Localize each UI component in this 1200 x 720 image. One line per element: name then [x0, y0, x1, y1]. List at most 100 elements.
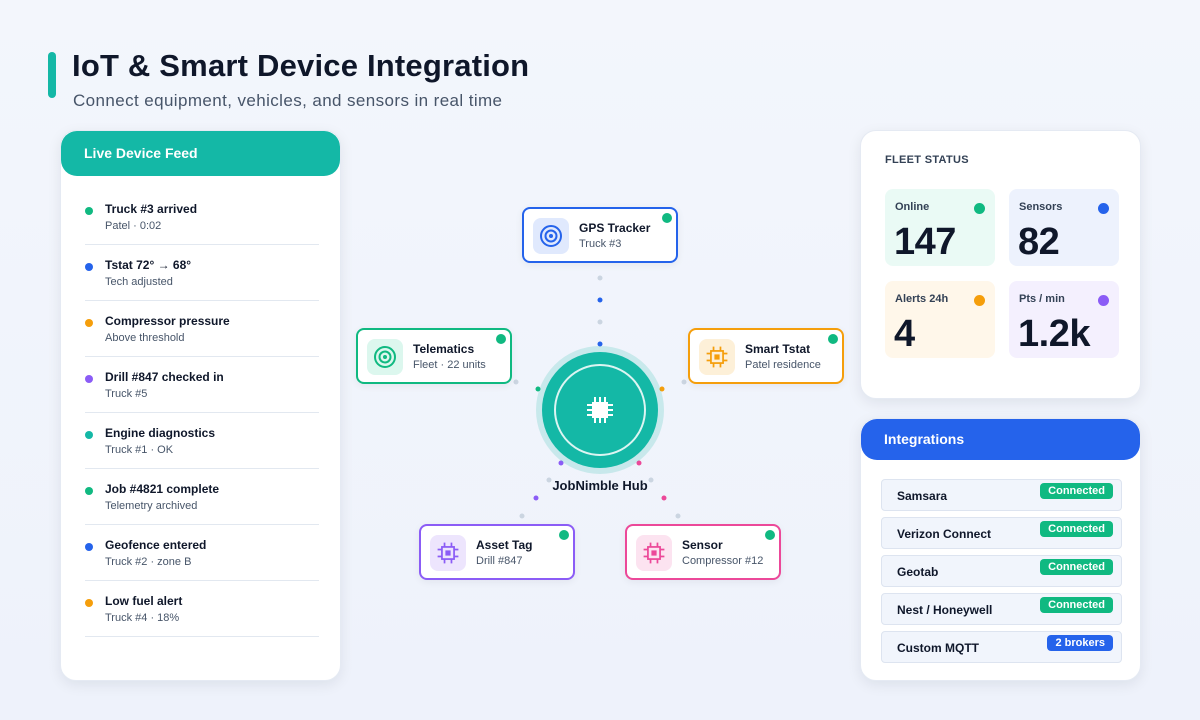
node-title: Sensor	[682, 538, 723, 552]
feed-item[interactable]: Compressor pressure Above threshold	[85, 301, 319, 357]
hub-label: JobNimble Hub	[552, 478, 648, 493]
device-node-gps-tracker[interactable]: GPS Tracker Truck #3	[522, 207, 678, 263]
chip-icon	[437, 542, 459, 564]
node-subtitle: Fleet · 22 units	[413, 359, 486, 371]
feed-item-subtitle: Truck #4 · 18%	[105, 612, 180, 624]
feed-header: Live Device Feed	[61, 131, 340, 176]
feed-item[interactable]: Engine diagnostics Truck #1 · OK	[85, 413, 319, 469]
stat-value: 4	[894, 313, 915, 355]
stat-indicator-dot	[1098, 203, 1109, 214]
feed-item[interactable]: Truck #3 arrived Patel · 0:02	[85, 189, 319, 245]
integrations-list: Samsara Connected Verizon Connect Connected…	[881, 479, 1122, 669]
online-status-dot	[662, 213, 672, 223]
hub-diagram: JobNimble Hub GPS Tracker Truck #3 Telem…	[345, 190, 855, 610]
node-title: Asset Tag	[476, 538, 533, 552]
online-status-dot	[559, 530, 569, 540]
feed-item-title: Low fuel alert	[105, 594, 183, 608]
feed-item[interactable]: Job #4821 complete Telemetry archived	[85, 469, 319, 525]
node-title: GPS Tracker	[579, 221, 651, 235]
stat-label: Alerts 24h	[895, 293, 949, 305]
online-status-dot	[765, 530, 775, 540]
feed-item-subtitle: Truck #2 · zone B	[105, 556, 192, 568]
stat-indicator-dot	[974, 295, 985, 306]
node-title: Telematics	[413, 342, 475, 356]
feed-item-subtitle: Above threshold	[105, 332, 185, 344]
stat-alerts: Alerts 24h 4	[885, 281, 995, 358]
feed-item-title: Tstat 72° → 68°	[105, 258, 192, 272]
feed-item-title: Job #4821 complete	[105, 482, 220, 496]
feed-item-title: Engine diagnostics	[105, 426, 216, 440]
integrations-header: Integrations	[861, 419, 1140, 460]
node-icon-bg	[367, 339, 403, 375]
title-accent-bar	[48, 52, 56, 98]
integration-name: Custom MQTT	[897, 641, 979, 655]
integration-row[interactable]: Samsara Connected	[881, 479, 1122, 511]
integration-row[interactable]: Custom MQTT 2 brokers	[881, 631, 1122, 663]
status-dot	[85, 599, 93, 607]
stat-points-per-min: Pts / min 1.2k	[1009, 281, 1119, 358]
fleet-status-card: FLEET STATUS Online 147 Sensors 82 Alert…	[860, 130, 1141, 399]
status-badge: Connected	[1040, 559, 1113, 575]
status-badge: Connected	[1040, 521, 1113, 537]
node-title: Smart Tstat	[745, 342, 811, 356]
stat-value: 147	[894, 221, 956, 263]
status-badge: Connected	[1040, 483, 1113, 499]
device-node-telematics[interactable]: Telematics Fleet · 22 units	[356, 328, 512, 384]
stat-indicator-dot	[974, 203, 985, 214]
node-icon-bg	[699, 339, 735, 375]
status-dot	[85, 263, 93, 271]
feed-item[interactable]: Geofence entered Truck #2 · zone B	[85, 525, 319, 581]
device-node-asset-tag[interactable]: Asset Tag Drill #847	[419, 524, 575, 580]
feed-item[interactable]: Tstat 72° → 68° Tech adjusted	[85, 245, 319, 301]
stat-label: Sensors	[1019, 201, 1063, 213]
integration-name: Geotab	[897, 565, 939, 579]
integration-name: Verizon Connect	[897, 527, 992, 541]
feed-item-subtitle: Tech adjusted	[105, 276, 173, 288]
target-icon	[540, 225, 562, 247]
online-status-dot	[828, 334, 838, 344]
device-node-smart-tstat[interactable]: Smart Tstat Patel residence	[688, 328, 844, 384]
integrations-card: Integrations Samsara Connected Verizon Con…	[860, 418, 1141, 681]
fleet-status-title: FLEET STATUS	[885, 154, 969, 166]
integration-name: Samsara	[897, 489, 948, 503]
stat-value: 82	[1018, 221, 1060, 263]
chip-icon	[643, 542, 665, 564]
node-icon-bg	[430, 535, 466, 571]
status-dot	[85, 487, 93, 495]
feed-item-subtitle: Telemetry archived	[105, 500, 198, 512]
feed-item-subtitle: Truck #1 · OK	[105, 444, 174, 456]
stat-indicator-dot	[1098, 295, 1109, 306]
status-dot	[85, 543, 93, 551]
page-title: IoT & Smart Device Integration	[72, 48, 530, 83]
page-subtitle: Connect equipment, vehicles, and sensors…	[73, 91, 503, 110]
feed-item-title: Drill #847 checked in	[105, 370, 224, 384]
stat-online: Online 147	[885, 189, 995, 266]
status-badge: 2 brokers	[1047, 635, 1113, 651]
stat-label: Pts / min	[1019, 293, 1065, 305]
node-subtitle: Drill #847	[476, 555, 523, 567]
integration-row[interactable]: Nest / Honeywell Connected	[881, 593, 1122, 625]
integration-row[interactable]: Verizon Connect Connected	[881, 517, 1122, 549]
integration-row[interactable]: Geotab Connected	[881, 555, 1122, 587]
feed-item-subtitle: Truck #5	[105, 388, 148, 400]
feed-item-title: Truck #3 arrived	[105, 202, 198, 216]
integration-name: Nest / Honeywell	[897, 603, 993, 617]
feed-item-subtitle: Patel · 0:02	[105, 220, 162, 232]
jobnimble-hub[interactable]	[542, 352, 658, 468]
device-node-sensor[interactable]: Sensor Compressor #12	[625, 524, 781, 580]
feed-item[interactable]: Low fuel alert Truck #4 · 18%	[85, 581, 319, 637]
status-dot	[85, 431, 93, 439]
node-icon-bg	[636, 535, 672, 571]
live-device-feed-card: Live Device Feed Truck #3 arrived Patel ·…	[60, 130, 341, 681]
stat-label: Online	[895, 201, 930, 213]
node-subtitle: Compressor #12	[682, 555, 764, 567]
stat-sensors: Sensors 82	[1009, 189, 1119, 266]
chip-icon	[587, 397, 613, 423]
feed-item-title: Compressor pressure	[105, 314, 230, 328]
status-dot	[85, 375, 93, 383]
status-badge: Connected	[1040, 597, 1113, 613]
feed-item[interactable]: Drill #847 checked in Truck #5	[85, 357, 319, 413]
node-icon-bg	[533, 218, 569, 254]
feed-list: Truck #3 arrived Patel · 0:02 Tstat 72° → …	[85, 189, 319, 637]
feed-item-title: Geofence entered	[105, 538, 207, 552]
